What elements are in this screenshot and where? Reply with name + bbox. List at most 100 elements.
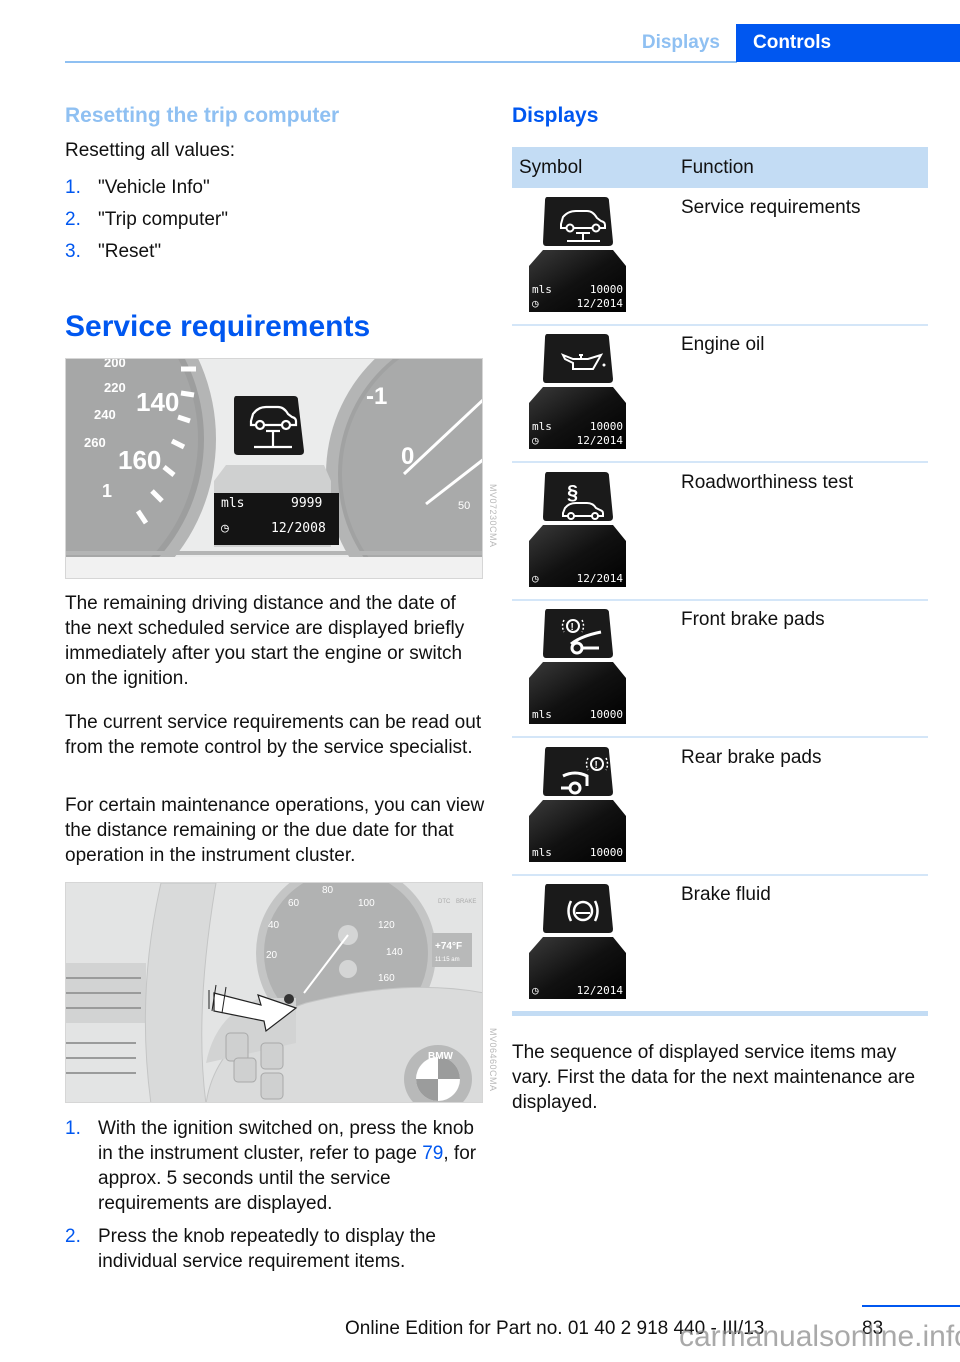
gauge-label: 260 (84, 435, 106, 450)
gauge-label: 200 (104, 359, 126, 370)
subheading-reset-trip: Resetting the trip computer (65, 104, 340, 127)
procedure-step: 2. Press the knob repeatedly to display … (65, 1224, 485, 1274)
function-label: Front brake pads (681, 609, 825, 630)
lcd-date: 12/2014 (576, 434, 623, 447)
svg-text:!: ! (571, 622, 574, 633)
lcd-date: 12/2014 (576, 572, 623, 585)
gauge-label: -1 (366, 383, 387, 410)
column-header-symbol: Symbol (519, 157, 583, 178)
gauge-label: 140 (136, 387, 179, 417)
function-label: Brake fluid (681, 884, 771, 905)
paragraph: The remaining driving distance and the d… (65, 593, 465, 689)
svg-text:!: ! (595, 760, 598, 771)
lcd-distance: 10000 (589, 283, 623, 296)
row-divider (512, 324, 928, 326)
function-label: Engine oil (681, 334, 765, 355)
step-text: "Trip computer" (98, 209, 228, 230)
temp-readout: +74°F (435, 941, 462, 952)
row-divider (512, 461, 928, 463)
gauge-label: 160 (118, 445, 161, 475)
tab-displays[interactable]: Displays (620, 24, 736, 62)
function-label: Roadworthiness test (681, 472, 854, 493)
speedo-label: 140 (386, 947, 403, 958)
row-divider (512, 599, 928, 601)
lcd-unit: mls (532, 283, 552, 296)
lcd-date: 12/2008 (271, 521, 326, 536)
row-divider (512, 1011, 928, 1016)
lcd-distance: 10000 (589, 420, 623, 433)
note-paragraph: The sequence of displayed service items … (512, 1042, 916, 1113)
step-number: 3. (65, 241, 81, 262)
section-heading-service-requirements: Service requirements (65, 310, 371, 343)
lcd-distance: 10000 (589, 708, 623, 721)
reset-intro: Resetting all values: (65, 140, 236, 161)
bmw-logo: BMW (428, 1051, 454, 1062)
function-label: Rear brake pads (681, 747, 822, 768)
steering-wheel-figure: 80 60 40 20 100 120 140 160 DTC BRAKE +7… (65, 882, 483, 1103)
column-header-function: Function (681, 157, 754, 178)
instrument-cluster-figure: 200 220 240 260 140 160 1 -1 0 50 mls 99… (65, 358, 483, 579)
tab-controls[interactable]: Controls (736, 24, 960, 62)
lcd-unit: mls (532, 846, 552, 859)
speedo-label: 20 (266, 950, 278, 961)
step-number: 2. (65, 209, 81, 230)
step-text: Press the knob repeatedly to display the… (98, 1226, 436, 1272)
clock-icon: ◷ (221, 521, 229, 536)
row-divider (512, 736, 928, 738)
oil-can-icon (543, 334, 613, 383)
gauge-label: 50 (458, 500, 470, 512)
clock-icon: ◷ (532, 984, 539, 997)
lcd-unit: mls (532, 420, 552, 433)
clock-icon: ◷ (532, 434, 539, 447)
page-link[interactable]: 79 (422, 1143, 443, 1164)
roadworthiness-icon: § (543, 472, 613, 521)
lcd-unit: mls (532, 708, 552, 721)
brake-fluid-icon (543, 884, 613, 933)
gauge-label: 1 (102, 481, 112, 501)
step-text: With the ignition switched on, press the… (98, 1118, 474, 1164)
svg-text:§: § (567, 482, 578, 504)
gauge-label: 240 (94, 407, 116, 422)
symbol-cell: ! mls 10000 (529, 746, 626, 864)
cluster-illustration: 200 220 240 260 140 160 1 -1 0 50 (66, 359, 482, 578)
table-header: Symbol Function (512, 147, 928, 188)
speedo-label: 100 (358, 898, 375, 909)
paragraph: The current service requirements can be … (65, 712, 482, 758)
lcd-date: 12/2014 (576, 984, 623, 997)
symbol-cell: ◷ 12/2014 (529, 883, 626, 1001)
rear-brake-pads-icon: ! (543, 747, 613, 796)
gauge-label: 220 (104, 380, 126, 395)
lcd-distance: 9999 (291, 496, 323, 511)
indicator-label: BRAKE (456, 899, 476, 905)
function-label: Service requirements (681, 197, 861, 218)
symbol-cell: mls 10000 ◷ 12/2014 (529, 333, 626, 451)
footer-rule (862, 1305, 960, 1307)
symbol-cell: mls 10000 ◷ 12/2014 (529, 196, 626, 314)
step-number: 1. (65, 1118, 81, 1139)
row-divider (512, 874, 928, 876)
figure-code: MV06460CMA (488, 1028, 498, 1092)
speedo-label: 120 (378, 920, 395, 931)
paragraph: For certain maintenance operations, you … (65, 795, 485, 866)
clock-icon: ◷ (532, 297, 539, 310)
symbol-cell: ! mls 10000 (529, 608, 626, 726)
lcd-distance: 10000 (589, 846, 623, 859)
step-number: 1. (65, 177, 81, 198)
step-text: "Reset" (98, 241, 162, 262)
lcd-unit: mls (221, 496, 245, 511)
speedo-label: 60 (288, 898, 300, 909)
speedo-label: 80 (322, 885, 334, 896)
procedure-step: 1. With the ignition switched on, press … (65, 1116, 485, 1216)
step-number: 2. (65, 1226, 81, 1247)
step-text: "Vehicle Info" (98, 177, 210, 198)
indicator-label: DTC (438, 899, 451, 905)
figure-code: MV07230CMA (488, 484, 498, 548)
speedo-label: 160 (378, 973, 395, 984)
time-readout: 11:15 am (435, 957, 460, 963)
steering-wheel-illustration: 80 60 40 20 100 120 140 160 DTC BRAKE +7… (66, 883, 482, 1102)
lcd-date: 12/2014 (576, 297, 623, 310)
speedo-label: 40 (268, 920, 280, 931)
car-lift-icon (543, 197, 613, 246)
symbol-cell: § ◷ 12/2014 (529, 471, 626, 589)
front-brake-pads-icon: ! (543, 609, 613, 658)
